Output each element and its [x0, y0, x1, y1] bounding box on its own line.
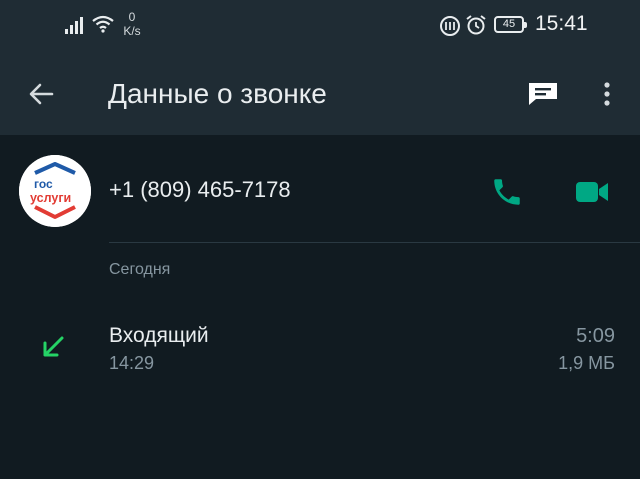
network-speed-unit: K/s	[123, 24, 141, 38]
wifi-icon	[92, 15, 114, 33]
more-options-button[interactable]	[595, 79, 619, 109]
call-data-size: 1,9 МБ	[558, 353, 615, 373]
call-log-entry: Входящий 14:29 5:09 1,9 МБ	[0, 310, 640, 382]
app-bar: Данные о звонке	[0, 52, 640, 135]
battery-indicator: 45	[494, 16, 527, 33]
video-call-button[interactable]	[574, 177, 610, 207]
phone-number[interactable]: +1 (809) 465-7178	[109, 177, 291, 203]
gosuslugi-logo-icon: гос услуги	[19, 155, 91, 227]
back-arrow-icon	[29, 83, 54, 105]
avatar[interactable]: гос услуги	[19, 155, 91, 227]
status-bar: 0 K/s 45 15:41	[0, 0, 640, 52]
more-vert-icon	[604, 82, 610, 106]
status-clock: 15:41	[535, 12, 588, 35]
section-header-today: Сегодня	[109, 261, 171, 278]
call-duration: 5:09	[576, 325, 615, 347]
back-button[interactable]	[22, 76, 62, 112]
voice-call-icon	[494, 179, 520, 205]
video-call-icon	[576, 182, 608, 202]
avatar-logo-line2: услуги	[30, 191, 71, 205]
network-speed-value: 0	[128, 10, 136, 24]
message-button[interactable]	[524, 79, 562, 109]
page-title: Данные о звонке	[108, 78, 327, 109]
signal-strength-icon	[65, 17, 83, 34]
avatar-logo-line1: гос	[34, 177, 53, 191]
contact-row[interactable]: гос услуги +1 (809) 465-7178	[0, 135, 640, 242]
call-info-screen: 0 K/s 45 15:41 Данные о звонке гос услуг…	[0, 0, 640, 479]
message-icon	[529, 83, 557, 105]
network-speed: 0 K/s	[118, 10, 146, 38]
divider	[109, 242, 640, 243]
nfc-icon	[440, 16, 460, 36]
incoming-call-arrow-icon	[43, 336, 64, 357]
alarm-icon	[466, 15, 486, 35]
call-type: Входящий	[109, 324, 209, 347]
voice-call-button[interactable]	[490, 175, 524, 209]
call-time: 14:29	[109, 353, 155, 373]
